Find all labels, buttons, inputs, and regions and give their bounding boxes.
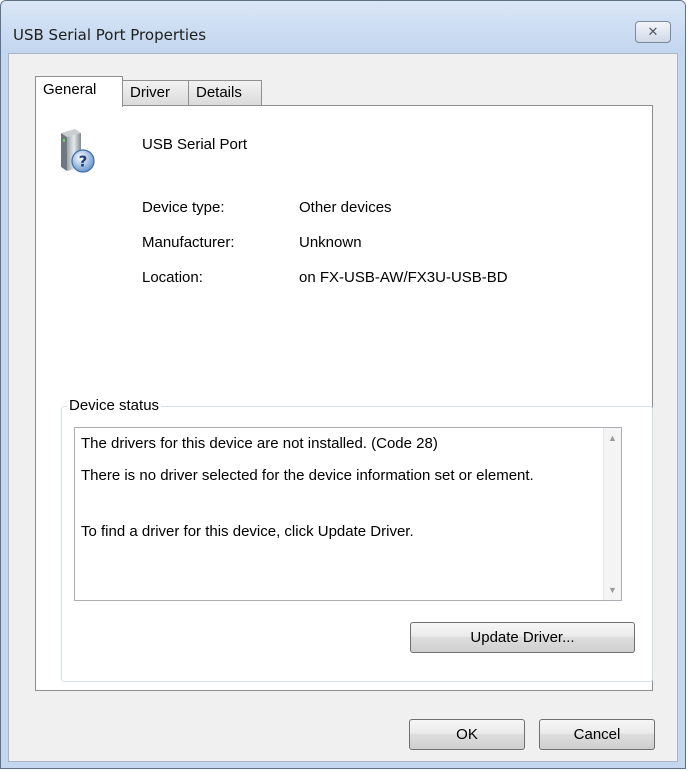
unknown-device-icon: ?: [61, 129, 95, 173]
dialog-client: General Driver Details ? USB Serial Port…: [8, 53, 678, 762]
close-icon: ✕: [647, 24, 659, 40]
scroll-down-icon[interactable]: ▼: [604, 580, 621, 600]
manufacturer-value: Unknown: [299, 234, 362, 251]
status-scrollbar[interactable]: ▲ ▼: [603, 428, 621, 600]
title-bar[interactable]: USB Serial Port Properties ✕: [1, 1, 685, 53]
status-line-no-driver: There is no driver selected for the devi…: [81, 467, 534, 484]
scroll-up-icon[interactable]: ▲: [604, 428, 621, 448]
device-name: USB Serial Port: [142, 136, 248, 153]
manufacturer-label: Manufacturer:: [142, 234, 235, 251]
update-driver-button[interactable]: Update Driver...: [410, 622, 635, 653]
device-status-label: Device status: [67, 397, 162, 415]
cancel-button[interactable]: Cancel: [539, 719, 655, 750]
ok-button[interactable]: OK: [409, 719, 525, 750]
device-type-value: Other devices: [299, 199, 392, 216]
location-label: Location:: [142, 269, 203, 286]
location-value: on FX-USB-AW/FX3U-USB-BD: [299, 269, 508, 286]
close-button[interactable]: ✕: [635, 21, 671, 43]
tab-driver[interactable]: Driver: [122, 80, 189, 106]
window-title: USB Serial Port Properties: [13, 26, 207, 44]
properties-window: USB Serial Port Properties ✕ General Dri…: [0, 0, 686, 769]
status-line-instructions: To find a driver for this device, click …: [81, 523, 414, 540]
device-status-group: Device status The drivers for this devic…: [61, 397, 653, 682]
device-status-text: The drivers for this device are not inst…: [81, 434, 581, 554]
device-status-textbox[interactable]: The drivers for this device are not inst…: [74, 427, 622, 601]
tab-details[interactable]: Details: [188, 80, 262, 106]
svg-text:?: ?: [79, 153, 88, 171]
general-panel: ? USB Serial Port Device type: Other dev…: [35, 105, 653, 691]
status-line-code: The drivers for this device are not inst…: [81, 435, 438, 452]
tab-general[interactable]: General: [35, 76, 123, 107]
device-type-label: Device type:: [142, 199, 225, 216]
